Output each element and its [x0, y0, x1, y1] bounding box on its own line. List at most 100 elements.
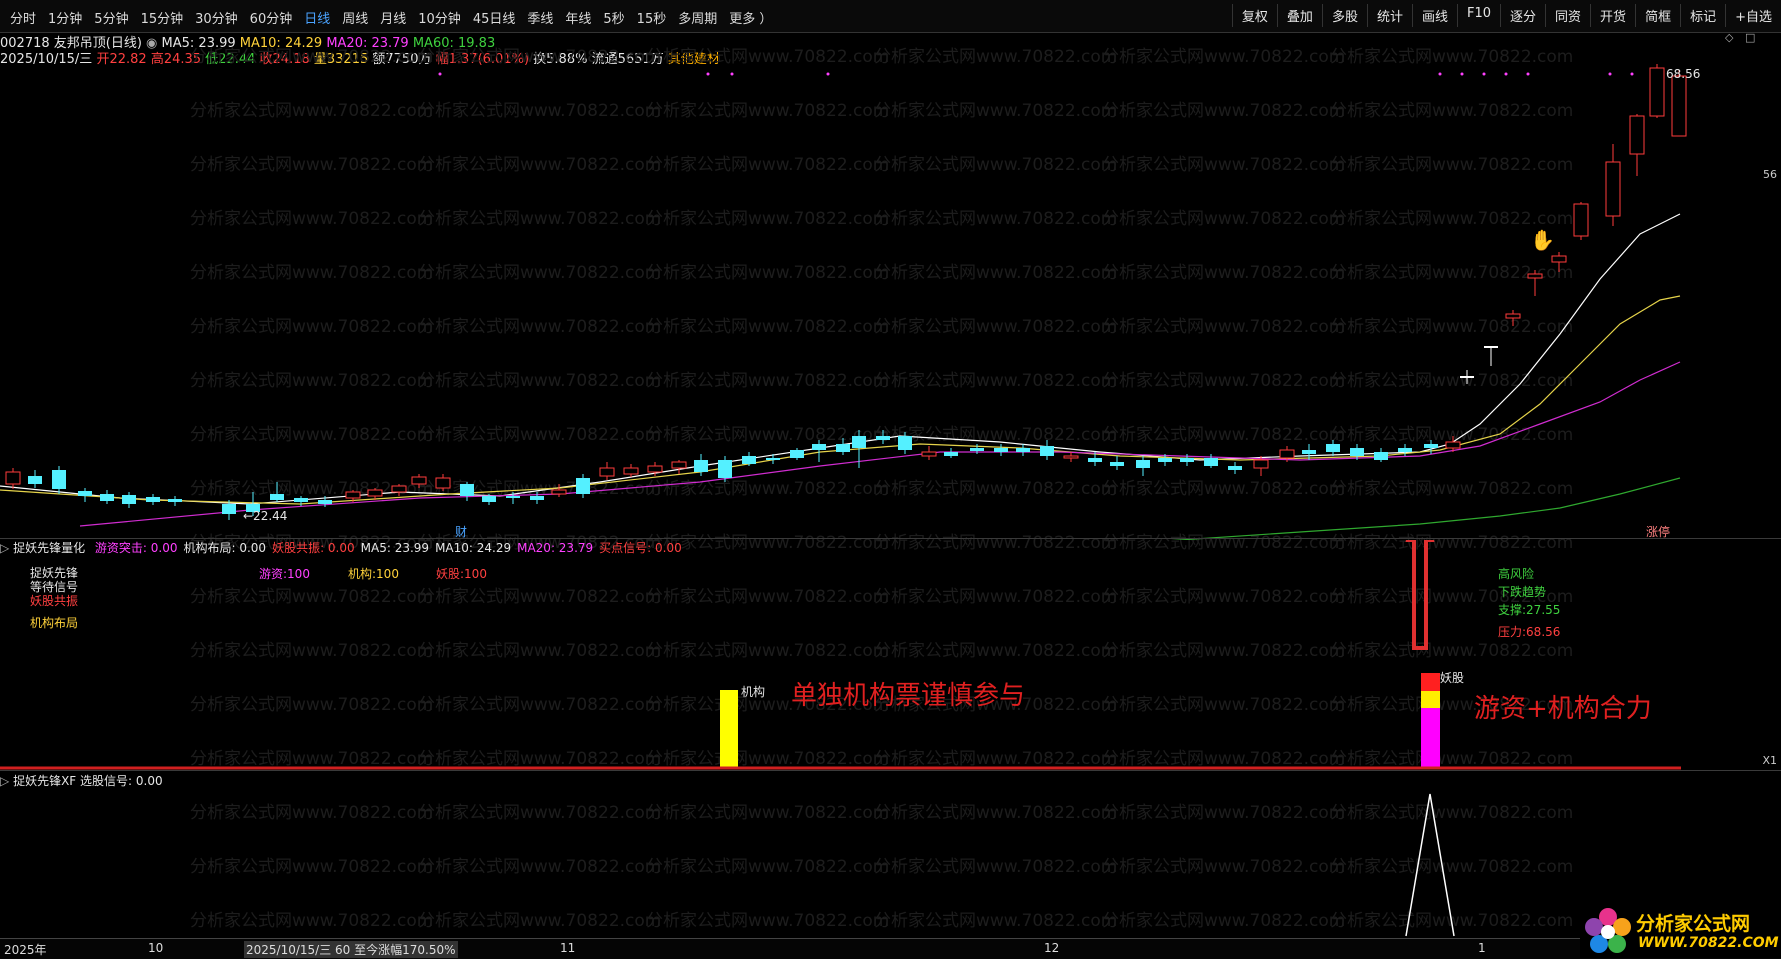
candle-body — [1671, 75, 1687, 137]
period-tab-16[interactable]: 更多 ） — [723, 8, 778, 27]
signal-dot — [826, 72, 830, 76]
candle-body — [970, 448, 984, 451]
candle-body — [530, 496, 544, 500]
site-logo: 分析家公式网 WWW.70822.COM — [1580, 905, 1781, 958]
period-tab-4[interactable]: 30分钟 — [189, 8, 244, 27]
candle-body — [1279, 449, 1295, 459]
candle-body — [78, 491, 92, 496]
square-icon[interactable]: □ — [1745, 31, 1755, 44]
candle-body — [318, 500, 332, 504]
combined-bar-yellow — [1421, 691, 1440, 708]
candle-body — [270, 494, 284, 500]
period-tab-11[interactable]: 季线 — [521, 8, 559, 27]
candle-body — [1374, 452, 1388, 460]
tool-button-0[interactable]: 复权 — [1231, 4, 1277, 27]
period-tab-5[interactable]: 60分钟 — [244, 8, 299, 27]
candle-body — [28, 476, 42, 484]
logo-url: WWW.70822.COM — [1638, 935, 1779, 951]
candle-body — [812, 444, 826, 450]
tool-button-5[interactable]: F10 — [1456, 4, 1500, 27]
period-tab-10[interactable]: 45日线 — [467, 8, 522, 27]
candle-body — [1484, 346, 1498, 348]
period-tab-13[interactable]: 5秒 — [597, 8, 630, 27]
signal-dot — [438, 72, 442, 76]
period-tab-1[interactable]: 1分钟 — [42, 8, 88, 27]
candle-body — [482, 496, 496, 502]
period-tab-14[interactable]: 15秒 — [631, 8, 673, 27]
candle-body — [1110, 462, 1124, 466]
candle-body — [576, 478, 590, 494]
candle-body — [1326, 444, 1340, 452]
tool-button-1[interactable]: 叠加 — [1276, 4, 1322, 27]
period-tab-8[interactable]: 月线 — [374, 8, 412, 27]
candle-body — [836, 444, 850, 452]
candle-body — [1088, 458, 1102, 462]
cursor-date-label: 2025/10/15/三 60 至今涨幅170.50% — [244, 941, 458, 958]
signal-dot — [1460, 72, 1464, 76]
indicator2-title[interactable]: 捉妖先锋XF — [13, 774, 76, 788]
pane-divider-2[interactable] — [0, 770, 1781, 771]
pane-toggle-icon-2[interactable]: ▷ — [0, 774, 9, 788]
candle-body — [694, 460, 708, 472]
tool-button-3[interactable]: 统计 — [1366, 4, 1412, 27]
candle-body — [1505, 313, 1521, 319]
tool-button-4[interactable]: 画线 — [1411, 4, 1457, 27]
candle-body — [294, 498, 308, 502]
candle-body — [766, 458, 780, 460]
candle-body — [1527, 273, 1543, 279]
annotation-cautious: 单独机构票谨慎参与 — [791, 681, 1026, 711]
period-tab-6[interactable]: 日线 — [298, 8, 336, 27]
signal-dot — [1608, 72, 1612, 76]
candle-body — [551, 489, 567, 495]
candle-body — [1573, 203, 1589, 237]
candle-body — [599, 467, 615, 477]
candle-body — [122, 495, 136, 504]
candle-body — [1228, 466, 1242, 470]
candle-body — [1460, 376, 1474, 378]
tool-button-8[interactable]: 开货 — [1590, 4, 1635, 27]
ma60-line — [1170, 477, 1681, 540]
tool-button-2[interactable]: 多股 — [1321, 4, 1367, 27]
period-tab-9[interactable]: 10分钟 — [412, 8, 467, 27]
period-tab-0[interactable]: 分时 — [4, 8, 42, 27]
candle-body — [718, 460, 732, 478]
period-tab-7[interactable]: 周线 — [336, 8, 374, 27]
candle-body — [222, 504, 236, 514]
period-tab-3[interactable]: 15分钟 — [135, 8, 190, 27]
candle-body — [1253, 459, 1269, 469]
candle-body — [898, 436, 912, 450]
tool-button-9[interactable]: 简框 — [1635, 4, 1680, 27]
indicator1-chart[interactable] — [0, 540, 1781, 770]
candle-body — [1445, 441, 1461, 449]
time-axis[interactable]: 2025年 10 2025/10/15/三 60 至今涨幅170.50% 11 … — [0, 938, 1781, 959]
candle-body — [944, 452, 958, 456]
candle-body — [345, 491, 361, 499]
candle-body — [100, 494, 114, 501]
top-toolbar: 分时 1分钟 5分钟 15分钟 30分钟 60分钟 日线 周线 月线 10分钟 45日线 季线 年线 5秒… — [0, 0, 1781, 33]
candle-body — [852, 436, 866, 448]
candle-body — [1180, 458, 1194, 462]
indicator2-chart[interactable] — [0, 790, 1781, 940]
candle-body — [1302, 450, 1316, 454]
candle-body — [5, 471, 21, 485]
period-tab-12[interactable]: 年线 — [559, 8, 597, 27]
price-high-label: 68.56 — [1666, 67, 1701, 81]
candle-body — [168, 499, 182, 502]
period-tab-2[interactable]: 5分钟 — [88, 8, 134, 27]
diamond-icon[interactable]: ◇ — [1725, 31, 1733, 44]
period-tab-15[interactable]: 多周期 — [672, 8, 723, 27]
candle-body — [1350, 448, 1364, 456]
candlestick-chart[interactable] — [0, 64, 1781, 540]
tool-button-10[interactable]: 标记 — [1680, 4, 1725, 27]
signal-dot — [1504, 72, 1508, 76]
tool-button-7[interactable]: 同资 — [1545, 4, 1590, 27]
tool-button-6[interactable]: 逐分 — [1500, 4, 1545, 27]
indicator2-header: ▷ 捉妖先锋XF 选股信号: 0.00 — [0, 772, 163, 789]
yaogu-bar-label: 妖股 — [1440, 671, 1465, 685]
axis-month-12: 12 — [1044, 941, 1060, 955]
candle-body — [52, 470, 66, 489]
candle-body — [647, 465, 663, 473]
candle-body — [391, 485, 407, 493]
candle-body — [146, 497, 160, 502]
tool-button-11[interactable]: +自选 — [1725, 4, 1781, 27]
